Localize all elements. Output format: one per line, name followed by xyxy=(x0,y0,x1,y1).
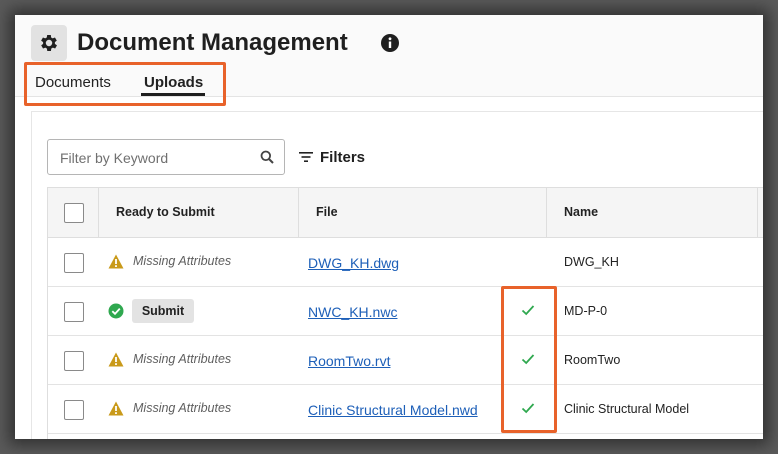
checkmark-icon xyxy=(521,305,535,316)
warning-icon xyxy=(108,254,124,269)
status-missing-attributes: Missing Attributes xyxy=(133,352,232,366)
file-link[interactable]: NWC_KH.nwc xyxy=(308,304,397,320)
search-input[interactable] xyxy=(60,148,250,168)
name-cell: Clinic Structural Model xyxy=(564,402,690,416)
file-link[interactable]: Clinic Structural Model.nwd xyxy=(308,402,478,418)
filters-label: Filters xyxy=(320,148,366,166)
warning-icon xyxy=(108,352,124,367)
uploads-table: Ready to Submit File Name Missing Attrib… xyxy=(47,187,763,439)
search-icon[interactable] xyxy=(260,150,274,164)
row-checkbox[interactable] xyxy=(64,351,84,371)
check-circle-icon xyxy=(108,303,124,319)
column-header-file[interactable]: File xyxy=(316,205,338,219)
filters-button[interactable]: Filters xyxy=(299,147,365,167)
checkmark-icon xyxy=(521,403,535,414)
column-header-name[interactable]: Name xyxy=(564,205,598,219)
file-link[interactable]: RoomTwo.rvt xyxy=(308,353,390,369)
tabs-highlight-outline xyxy=(24,62,226,106)
table-row[interactable]: Missing Attributes DWG_KH.dwg DWG_KH xyxy=(48,238,763,287)
status-missing-attributes: Missing Attributes xyxy=(133,401,232,415)
name-cell: MD-P-0 xyxy=(564,304,608,318)
gear-icon xyxy=(41,35,57,51)
row-checkbox[interactable] xyxy=(64,400,84,420)
file-link[interactable]: DWG_KH.dwg xyxy=(308,255,399,271)
name-cell: RoomTwo xyxy=(564,353,621,367)
status-missing-attributes: Missing Attributes xyxy=(133,254,232,268)
row-checkbox[interactable] xyxy=(64,253,84,273)
page-header: Document Management Documents Uploads xyxy=(15,15,763,106)
app-window: Document Management Documents Uploads Fi… xyxy=(15,15,763,439)
name-cell: DWG_KH xyxy=(564,255,619,269)
search-box[interactable] xyxy=(47,139,285,175)
select-all-checkbox[interactable] xyxy=(64,203,84,223)
info-icon[interactable] xyxy=(380,33,400,53)
filter-icon xyxy=(299,152,313,162)
warning-icon xyxy=(108,401,124,416)
row-checkbox[interactable] xyxy=(64,302,84,322)
submit-button[interactable]: Submit xyxy=(132,299,194,323)
settings-button[interactable] xyxy=(31,25,67,61)
table-header: Ready to Submit File Name xyxy=(48,188,763,238)
table-row[interactable]: Missing Attributes Clinic Structural Mod… xyxy=(48,385,763,434)
table-row[interactable]: Submit NWC_KH.nwc MD-P-0 xyxy=(48,287,763,336)
table-row[interactable]: Missing Attributes RoomTwo.rvt RoomTwo xyxy=(48,336,763,385)
column-header-ready[interactable]: Ready to Submit xyxy=(116,205,215,219)
checkmark-icon xyxy=(521,354,535,365)
page-title: Document Management xyxy=(77,29,348,56)
